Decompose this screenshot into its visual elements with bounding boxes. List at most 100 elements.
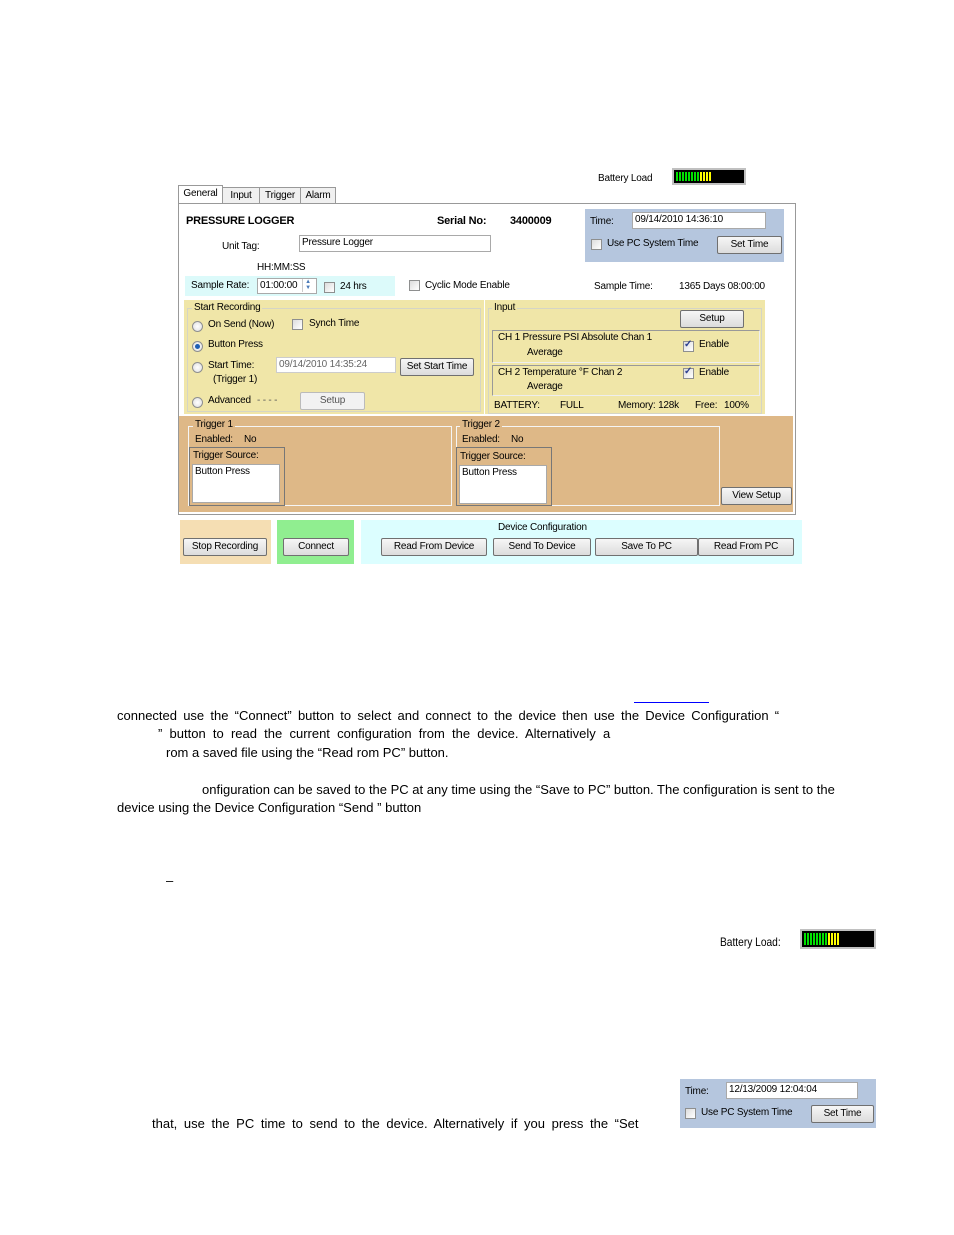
input-setup-button[interactable]: Setup	[680, 310, 744, 328]
view-setup-button[interactable]: View Setup	[721, 487, 792, 505]
battery-segment	[688, 172, 690, 181]
advanced-label: Advanced	[208, 395, 251, 406]
use-pc-time-label: Use PC System Time	[607, 238, 699, 249]
trigger-1-enabled-label: Enabled:	[195, 434, 233, 445]
tab-trigger[interactable]: Trigger	[259, 187, 301, 203]
synch-time-checkbox[interactable]	[292, 319, 303, 330]
send-to-device-button[interactable]: Send To Device	[493, 538, 591, 556]
battery-segment	[804, 933, 806, 945]
start-recording-title: Start Recording	[192, 302, 263, 313]
set-start-time-button[interactable]: Set Start Time	[400, 358, 474, 376]
inset-battery-bar	[800, 929, 876, 949]
channel-2-mode: Average	[527, 381, 563, 392]
memory-label: Memory: 128k	[618, 400, 679, 411]
trigger1-note: (Trigger 1)	[213, 374, 258, 385]
inset-time-input[interactable]: 12/13/2009 12:04:04	[726, 1082, 858, 1099]
trigger-1-enabled-value: No	[244, 434, 257, 445]
tab-alarm[interactable]: Alarm	[300, 187, 336, 203]
battery-segment	[679, 172, 681, 181]
cyclic-mode-checkbox[interactable]	[409, 280, 420, 291]
battery-segment	[816, 933, 818, 945]
battery-segment	[682, 172, 684, 181]
use-pc-time-checkbox[interactable]	[591, 239, 602, 250]
battery-segment	[709, 172, 711, 181]
channel-2-enable-checkbox[interactable]	[683, 366, 694, 379]
on-send-label: On Send (Now)	[208, 319, 275, 330]
doc-line-7: that, use the PC time to send to the dev…	[152, 1116, 639, 1131]
doc-line-5: device using the Device Configuration “S…	[117, 800, 422, 815]
stop-recording-button[interactable]: Stop Recording	[183, 538, 267, 556]
document-page: Battery Load General Input Trigger Alarm…	[0, 0, 954, 1235]
time-label: Time:	[590, 216, 614, 227]
battery-segment	[813, 933, 815, 945]
battery-segment	[697, 172, 699, 181]
battery-segment	[834, 933, 836, 945]
sample-rate-label: Sample Rate:	[191, 280, 250, 291]
trigger-2-source-label: Trigger Source:	[460, 451, 526, 462]
trigger-1-source-label: Trigger Source:	[193, 450, 259, 461]
doc-line-3: rom a saved file using the “Read rom PC”…	[166, 745, 449, 760]
inset-use-pc-time-checkbox[interactable]	[685, 1108, 696, 1119]
battery-segment	[694, 172, 696, 181]
channel-2-name: CH 2 Temperature °F Chan 2	[498, 367, 623, 378]
battery-segment	[676, 172, 678, 181]
battery-load-label: Battery Load	[598, 173, 653, 184]
trigger-2-enabled-value: No	[511, 434, 524, 445]
read-from-device-button[interactable]: Read From Device	[381, 538, 487, 556]
channel-1-name: CH 1 Pressure PSI Absolute Chan 1	[498, 332, 653, 343]
time-format-hint: HH:MM:SS	[257, 262, 306, 273]
connect-button[interactable]: Connect	[283, 538, 349, 556]
serial-value: 3400009	[510, 215, 552, 227]
battery-segment	[810, 933, 812, 945]
channel-2-enable-label: Enable	[699, 367, 729, 378]
channel-1-enable-checkbox[interactable]	[683, 339, 694, 352]
hyperlink-underline[interactable]	[634, 702, 709, 703]
save-to-pc-button[interactable]: Save To PC	[595, 538, 698, 556]
start-time-radio[interactable]	[192, 362, 203, 373]
sample-rate-spinner[interactable]: ▲ ▼	[302, 279, 313, 292]
button-press-radio[interactable]	[192, 341, 203, 352]
on-send-radio[interactable]	[192, 321, 203, 332]
start-time-input[interactable]: 09/14/2010 14:35:24	[276, 357, 396, 373]
inset-set-time-button[interactable]: Set Time	[811, 1105, 874, 1123]
doc-line-6: –	[166, 873, 174, 888]
inset-time-label: Time:	[685, 1086, 709, 1097]
advanced-dashes: - - - -	[257, 395, 278, 406]
input-title: Input	[492, 302, 518, 313]
button-press-label: Button Press	[208, 339, 263, 350]
cyclic-mode-label: Cyclic Mode Enable	[425, 280, 510, 291]
inset-use-pc-time-label: Use PC System Time	[701, 1107, 793, 1118]
battery-segment	[807, 933, 809, 945]
advanced-radio[interactable]	[192, 397, 203, 408]
battery-segment	[819, 933, 821, 945]
trigger-2-title: Trigger 2	[460, 419, 502, 430]
set-time-button[interactable]: Set Time	[717, 236, 782, 254]
battery-status-value: FULL	[560, 400, 584, 411]
battery-segment	[825, 933, 827, 945]
doc-line-1: connected use the “Connect” button to se…	[117, 708, 780, 723]
time-input[interactable]: 09/14/2010 14:36:10	[632, 212, 766, 229]
trigger-1-source-list[interactable]: Button Press	[192, 464, 280, 503]
trigger-2-source-list[interactable]: Button Press	[459, 465, 547, 504]
device-title: PRESSURE LOGGER	[186, 215, 295, 227]
unit-tag-input[interactable]: Pressure Logger	[299, 235, 491, 252]
free-value: 100%	[724, 400, 749, 411]
tab-input[interactable]: Input	[222, 187, 260, 203]
battery-status-label: BATTERY:	[494, 400, 540, 411]
read-from-pc-button[interactable]: Read From PC	[698, 538, 794, 556]
tab-general[interactable]: General	[178, 185, 223, 204]
24hrs-checkbox[interactable]	[324, 282, 335, 293]
advanced-setup-button[interactable]: Setup	[300, 392, 365, 410]
free-label: Free:	[695, 400, 718, 411]
battery-segment	[822, 933, 824, 945]
start-time-label: Start Time:	[208, 360, 255, 371]
battery-segment	[828, 933, 830, 945]
doc-line-4: onfiguration can be saved to the PC at a…	[202, 782, 835, 797]
device-configuration-label: Device Configuration	[498, 522, 587, 533]
24hrs-label: 24 hrs	[340, 281, 367, 292]
trigger-2-enabled-label: Enabled:	[462, 434, 500, 445]
unit-tag-label: Unit Tag:	[222, 241, 260, 252]
inset-time-panel: Time: 12/13/2009 12:04:04 Use PC System …	[680, 1079, 876, 1128]
serial-label: Serial No:	[437, 215, 487, 227]
battery-segment	[703, 172, 705, 181]
